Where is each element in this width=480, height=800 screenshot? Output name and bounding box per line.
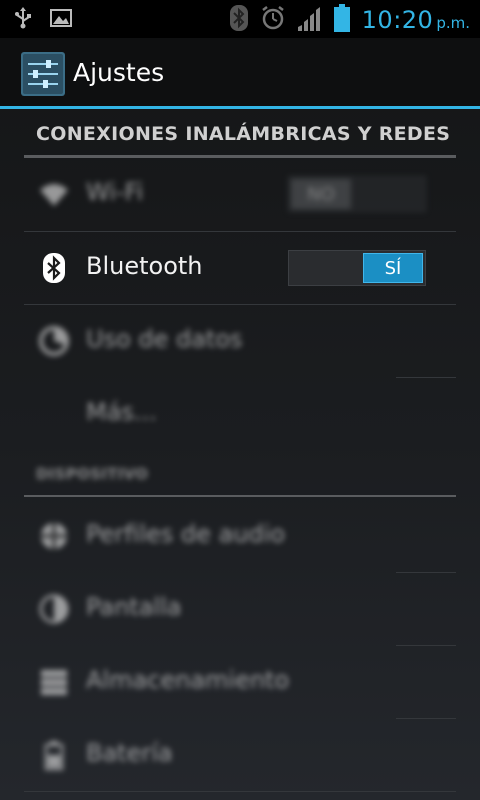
wifi-toggle[interactable]: NO	[288, 176, 426, 212]
settings-item-storage[interactable]: Almacenamiento	[24, 646, 456, 719]
alarm-icon	[260, 5, 286, 35]
settings-item-label: Más...	[86, 398, 157, 426]
app-title: Ajustes	[73, 58, 165, 87]
row-divider	[24, 791, 456, 792]
display-icon	[38, 593, 70, 625]
audio-profiles-icon	[38, 520, 70, 552]
clock-time: 10:20	[361, 6, 434, 34]
settings-item-battery[interactable]: Batería	[24, 719, 456, 792]
data-usage-icon	[38, 325, 70, 357]
battery-settings-icon	[38, 739, 70, 771]
bluetooth-toggle[interactable]: SÍ	[288, 250, 426, 286]
battery-icon	[333, 4, 350, 36]
settings-item-bluetooth[interactable]: Bluetooth SÍ	[24, 232, 456, 305]
settings-item-data-usage[interactable]: Uso de datos	[24, 305, 456, 378]
settings-item-label: Bluetooth	[86, 252, 203, 280]
settings-item-wifi[interactable]: Wi-Fi NO	[24, 158, 456, 231]
settings-sliders-icon[interactable]	[21, 52, 65, 96]
settings-item-more[interactable]: Más...	[24, 378, 456, 451]
section-divider	[24, 495, 456, 497]
section-header-wireless: CONEXIONES INALÁMBRICAS Y REDES	[36, 123, 451, 145]
bluetooth-icon	[229, 5, 248, 35]
section-header-device: DISPOSITIVO	[36, 465, 149, 483]
settings-item-audio-profiles[interactable]: Perfiles de audio	[24, 500, 456, 573]
bluetooth-icon	[38, 252, 70, 284]
clock-ampm: p.m.	[436, 14, 470, 32]
settings-item-label: Batería	[86, 739, 173, 767]
wifi-toggle-state: NO	[291, 179, 351, 209]
status-bar: 10:20 p.m.	[0, 0, 480, 38]
settings-item-label: Almacenamiento	[86, 666, 290, 694]
storage-icon	[38, 666, 70, 698]
wifi-icon	[38, 178, 70, 210]
settings-item-label: Uso de datos	[86, 325, 243, 353]
settings-item-display[interactable]: Pantalla	[24, 573, 456, 646]
bluetooth-toggle-state: SÍ	[363, 253, 423, 283]
settings-item-label: Pantalla	[86, 593, 182, 621]
action-bar: Ajustes	[0, 38, 480, 106]
usb-icon	[14, 7, 32, 33]
settings-item-label: Wi-Fi	[86, 178, 144, 206]
action-bar-divider	[0, 106, 480, 109]
settings-item-label: Perfiles de audio	[86, 520, 286, 548]
signal-icon	[297, 5, 322, 35]
image-icon	[50, 7, 72, 33]
